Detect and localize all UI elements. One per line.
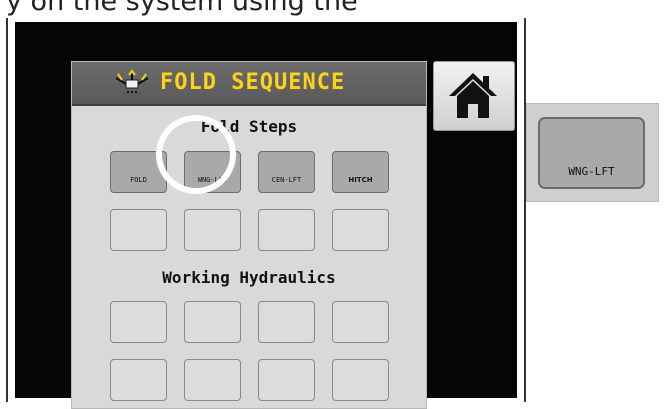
hydraulics-slot[interactable] <box>332 301 389 343</box>
empty-fold-slot[interactable] <box>110 209 167 251</box>
home-icon <box>449 73 497 118</box>
zoom-callout: WNG-LFT <box>526 103 659 202</box>
home-button[interactable] <box>433 61 515 131</box>
center-left-button[interactable]: CEN-LFT <box>258 151 315 193</box>
empty-fold-slot[interactable] <box>184 209 241 251</box>
hydraulics-slot[interactable] <box>110 359 167 401</box>
hydraulics-slot[interactable] <box>110 301 167 343</box>
fold-steps-title: Fold Steps <box>200 117 298 136</box>
highlight-circle <box>156 115 236 194</box>
fold-sequence-panel: FOLD SEQUENCE Fold Steps FOLD WNG-LFT CE… <box>71 61 427 409</box>
empty-fold-slot[interactable] <box>258 209 315 251</box>
hitch-button[interactable]: HITCH <box>332 151 389 193</box>
hydraulics-slot[interactable] <box>184 359 241 401</box>
hydraulics-slot[interactable] <box>184 301 241 343</box>
working-hydraulics-title: Working Hydraulics <box>162 268 336 287</box>
caption-text: y on the system using the <box>6 0 358 17</box>
zoomed-wing-left-button: WNG-LFT <box>538 117 645 189</box>
panel-header: FOLD SEQUENCE <box>72 62 426 106</box>
fold-implement-icon <box>115 69 149 93</box>
page-title: FOLD SEQUENCE <box>160 70 346 95</box>
hydraulics-slot[interactable] <box>258 301 315 343</box>
empty-fold-slot[interactable] <box>332 209 389 251</box>
hydraulics-slot[interactable] <box>258 359 315 401</box>
display-screen: FOLD SEQUENCE Fold Steps FOLD WNG-LFT CE… <box>15 22 517 409</box>
hydraulics-slot[interactable] <box>332 359 389 401</box>
